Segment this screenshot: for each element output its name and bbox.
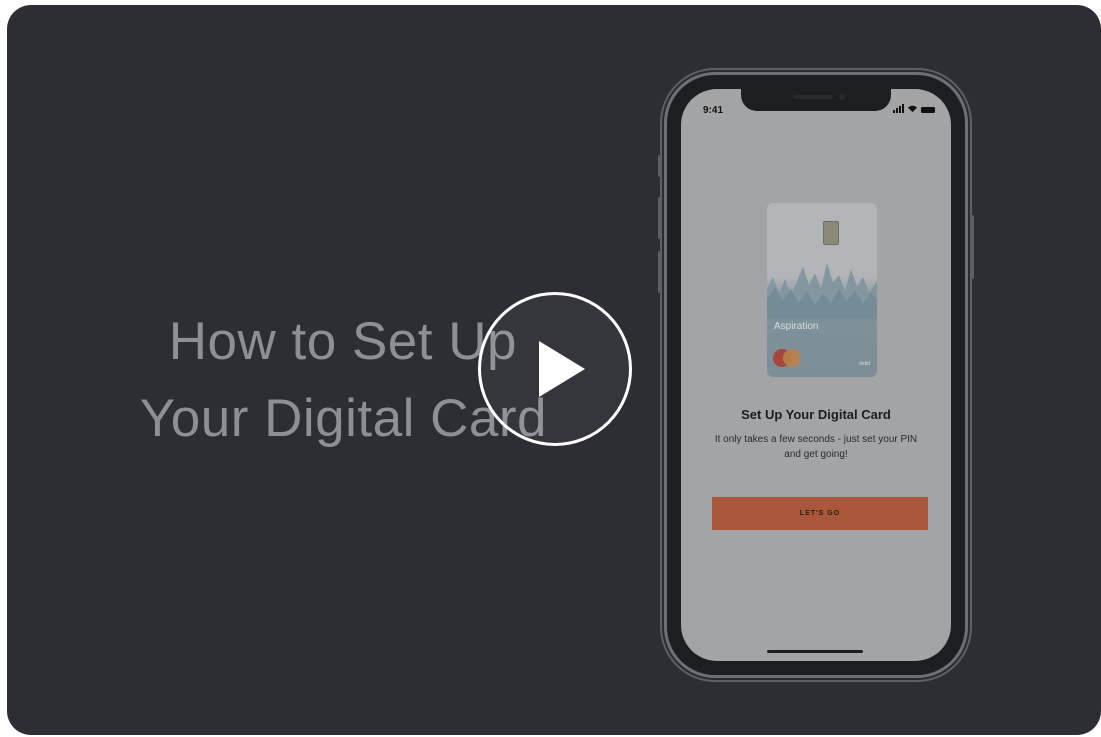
forest-illustration <box>767 263 877 319</box>
status-icons <box>893 104 935 113</box>
lets-go-button[interactable]: LET'S GO <box>712 497 928 530</box>
screen-heading: Set Up Your Digital Card <box>741 407 891 422</box>
video-player[interactable]: How to Set Up Your Digital Card 9:41 Asp… <box>7 5 1101 735</box>
play-button[interactable] <box>478 292 632 446</box>
screen-description: It only takes a few seconds - just set y… <box>714 434 918 460</box>
phone-volume-down <box>658 251 662 293</box>
card-brand-name: Aspiration <box>774 321 819 332</box>
video-title-line-2: Your Digital Card <box>139 389 547 448</box>
battery-icon <box>921 107 935 113</box>
play-icon <box>539 341 585 397</box>
phone-silent-switch <box>658 155 662 177</box>
signal-icon <box>893 104 904 113</box>
camera-icon <box>839 94 845 100</box>
wifi-icon <box>908 105 917 113</box>
phone-notch <box>741 89 891 111</box>
phone-volume-up <box>658 197 662 239</box>
speaker-grille <box>793 95 833 99</box>
status-time: 9:41 <box>703 105 724 116</box>
debit-card-image: Aspiration debit <box>767 203 877 377</box>
mastercard-logo-icon-right <box>783 349 801 367</box>
card-type-label: debit <box>859 361 870 367</box>
home-indicator <box>767 650 863 653</box>
phone-power-button <box>970 215 974 279</box>
video-title-line-1: How to Set Up <box>168 312 517 371</box>
phone-mockup: 9:41 Aspiration debit Set Up Your Digita… <box>658 75 974 675</box>
card-chip-icon <box>823 221 839 245</box>
phone-screen: 9:41 Aspiration debit Set Up Your Digita… <box>681 89 951 661</box>
